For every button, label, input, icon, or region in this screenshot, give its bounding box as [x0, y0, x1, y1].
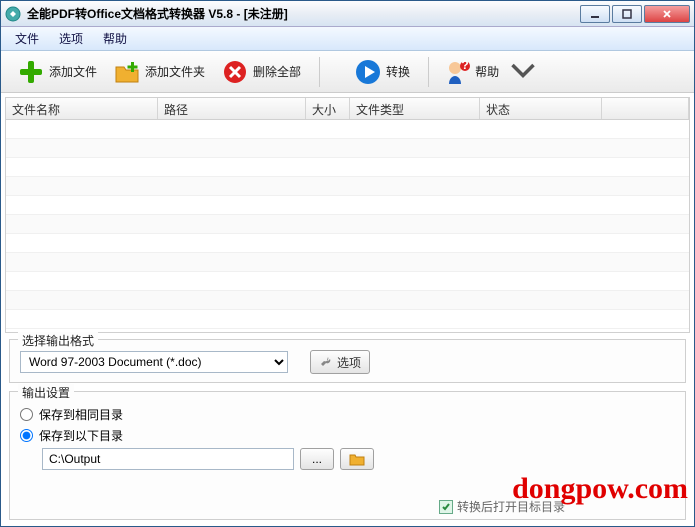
remove-all-label: 删除全部: [253, 63, 301, 80]
open-after-checkbox[interactable]: [439, 500, 453, 514]
convert-label: 转换: [386, 63, 410, 80]
maximize-button[interactable]: [612, 5, 642, 23]
browse-button[interactable]: ...: [300, 448, 334, 470]
open-after-row[interactable]: 转换后打开目标目录: [439, 498, 565, 515]
col-path[interactable]: 路径: [158, 98, 306, 119]
wrench-icon: [319, 355, 333, 369]
output-format-select[interactable]: Word 97-2003 Document (*.doc): [20, 351, 288, 373]
col-size[interactable]: 大小: [306, 98, 350, 119]
app-window: 全能PDF转Office文档格式转换器 V5.8 - [未注册] 文件 选项 帮…: [0, 0, 695, 527]
col-status[interactable]: 状态: [480, 98, 602, 119]
same-folder-row[interactable]: 保存到相同目录: [20, 406, 675, 423]
titlebar: 全能PDF转Office文档格式转换器 V5.8 - [未注册]: [1, 1, 694, 27]
separator: [428, 57, 429, 87]
convert-button[interactable]: 转换: [348, 54, 420, 90]
remove-icon: [221, 58, 249, 86]
help-label: 帮助: [475, 63, 499, 80]
chevron-down-icon: [509, 58, 537, 86]
output-format-group: 选择输出格式 Word 97-2003 Document (*.doc) 选项: [9, 339, 686, 383]
output-path-input[interactable]: [42, 448, 294, 470]
menu-options[interactable]: 选项: [51, 28, 91, 49]
open-folder-button[interactable]: [340, 448, 374, 470]
svg-text:?: ?: [461, 58, 468, 72]
table-body[interactable]: [6, 120, 689, 333]
help-icon: ?: [443, 58, 471, 86]
add-folder-label: 添加文件夹: [145, 63, 205, 80]
menu-file[interactable]: 文件: [7, 28, 47, 49]
menubar: 文件 选项 帮助: [1, 27, 694, 51]
format-options-label: 选项: [337, 354, 361, 371]
output-format-legend: 选择输出格式: [18, 332, 98, 349]
separator: [319, 57, 320, 87]
window-title: 全能PDF转Office文档格式转换器 V5.8 - [未注册]: [27, 5, 580, 22]
toolbar: 添加文件 添加文件夹 删除全部 转换 ? 帮助: [1, 51, 694, 93]
col-name[interactable]: 文件名称: [6, 98, 158, 119]
help-button[interactable]: ? 帮助: [437, 54, 543, 90]
col-blank[interactable]: [602, 98, 689, 119]
window-buttons: [580, 5, 690, 23]
add-file-label: 添加文件: [49, 63, 97, 80]
below-folder-radio[interactable]: [20, 429, 33, 442]
output-settings-legend: 输出设置: [18, 384, 74, 401]
app-icon: [5, 6, 21, 22]
folder-icon: [349, 452, 365, 466]
folder-plus-icon: [113, 58, 141, 86]
remove-all-button[interactable]: 删除全部: [215, 54, 311, 90]
file-table: 文件名称 路径 大小 文件类型 状态: [5, 97, 690, 333]
same-folder-radio[interactable]: [20, 408, 33, 421]
below-folder-row[interactable]: 保存到以下目录: [20, 427, 675, 444]
format-options-button[interactable]: 选项: [310, 350, 370, 374]
play-icon: [354, 58, 382, 86]
same-folder-label: 保存到相同目录: [39, 406, 123, 423]
col-type[interactable]: 文件类型: [350, 98, 480, 119]
close-button[interactable]: [644, 5, 690, 23]
table-header: 文件名称 路径 大小 文件类型 状态: [6, 98, 689, 120]
menu-help[interactable]: 帮助: [95, 28, 135, 49]
output-settings-group: 输出设置 保存到相同目录 保存到以下目录 ... 转换后打开目标目录: [9, 391, 686, 520]
plus-icon: [17, 58, 45, 86]
minimize-button[interactable]: [580, 5, 610, 23]
below-folder-label: 保存到以下目录: [39, 427, 123, 444]
add-folder-button[interactable]: 添加文件夹: [107, 54, 215, 90]
open-after-label: 转换后打开目标目录: [457, 498, 565, 515]
add-file-button[interactable]: 添加文件: [11, 54, 107, 90]
